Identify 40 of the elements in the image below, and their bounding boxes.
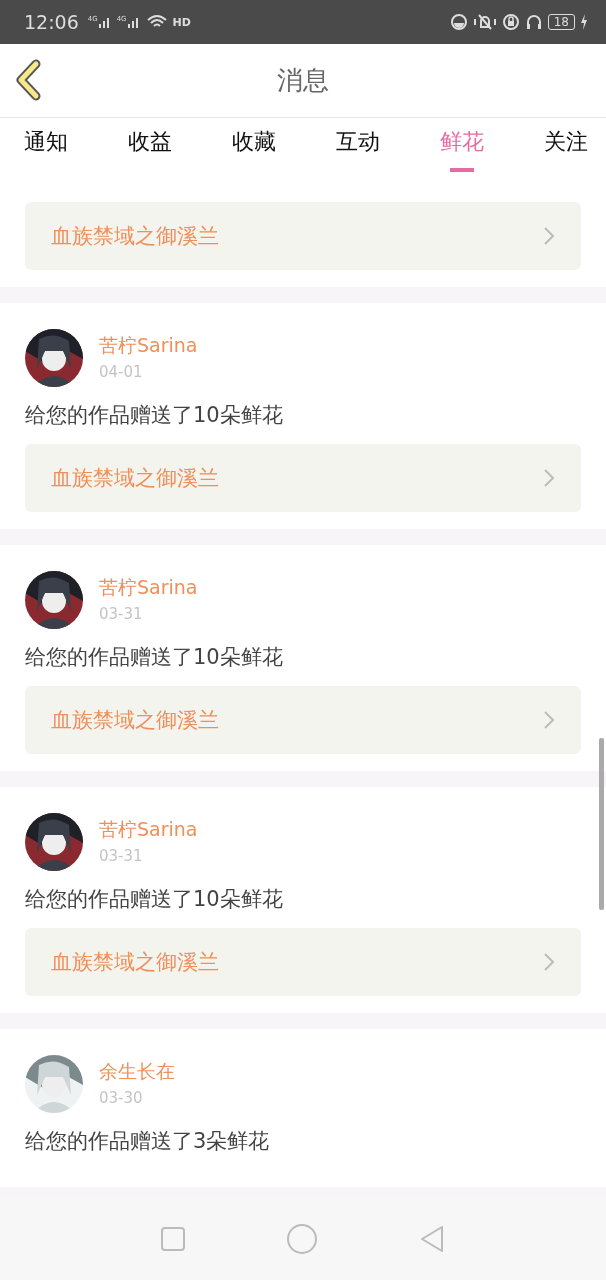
recent-apps-button[interactable]	[160, 1226, 186, 1252]
message-text: 给您的作品赠送了10朵鲜花	[25, 644, 284, 671]
user-name[interactable]: 苦柠Sarina	[99, 333, 198, 359]
message-date: 03-30	[99, 1089, 144, 1107]
tab[interactable]: 收藏	[226, 118, 282, 172]
message-text: 给您的作品赠送了10朵鲜花	[25, 402, 284, 429]
book-link[interactable]: 血族禁域之御溪兰	[25, 928, 581, 996]
battery-level: 18	[547, 14, 575, 30]
tab[interactable]: 关注	[538, 118, 594, 172]
tab[interactable]: 鲜花	[434, 118, 490, 172]
chevron-right-icon	[543, 710, 555, 730]
chevron-right-icon	[543, 952, 555, 972]
message-date: 04-01	[99, 363, 144, 381]
user-name[interactable]: 苦柠Sarina	[99, 575, 198, 601]
circle-icon	[449, 13, 468, 31]
signal-icon	[97, 15, 112, 29]
bell-muted-icon	[472, 13, 497, 31]
headphones-icon	[524, 13, 543, 31]
chevron-right-icon	[543, 468, 555, 488]
user-name[interactable]: 余生长在	[99, 1059, 175, 1085]
charging-icon	[580, 14, 588, 30]
message-date: 03-31	[99, 847, 144, 865]
hd-label: HD	[172, 15, 191, 29]
book-link[interactable]: 血族禁域之御溪兰	[25, 444, 581, 512]
clock-time: 12:06	[24, 11, 79, 33]
user-name[interactable]: 苦柠Sarina	[99, 817, 198, 843]
tab[interactable]: 通知	[18, 118, 74, 172]
message-text: 给您的作品赠送了3朵鲜花	[25, 1128, 271, 1155]
message-text: 给您的作品赠送了10朵鲜花	[25, 886, 284, 913]
home-button[interactable]	[286, 1223, 318, 1255]
lock-rotation-icon	[501, 13, 520, 31]
tab[interactable]: 互动	[330, 118, 386, 172]
chevron-right-icon	[543, 226, 555, 246]
message-date: 03-31	[99, 605, 144, 623]
page-title: 消息	[277, 64, 329, 97]
book-link[interactable]: 血族禁域之御溪兰	[25, 202, 581, 270]
signal-icon	[126, 15, 141, 29]
book-link[interactable]: 血族禁域之御溪兰	[25, 686, 581, 754]
tab[interactable]: 收益	[122, 118, 178, 172]
back-nav-button[interactable]	[418, 1224, 446, 1254]
